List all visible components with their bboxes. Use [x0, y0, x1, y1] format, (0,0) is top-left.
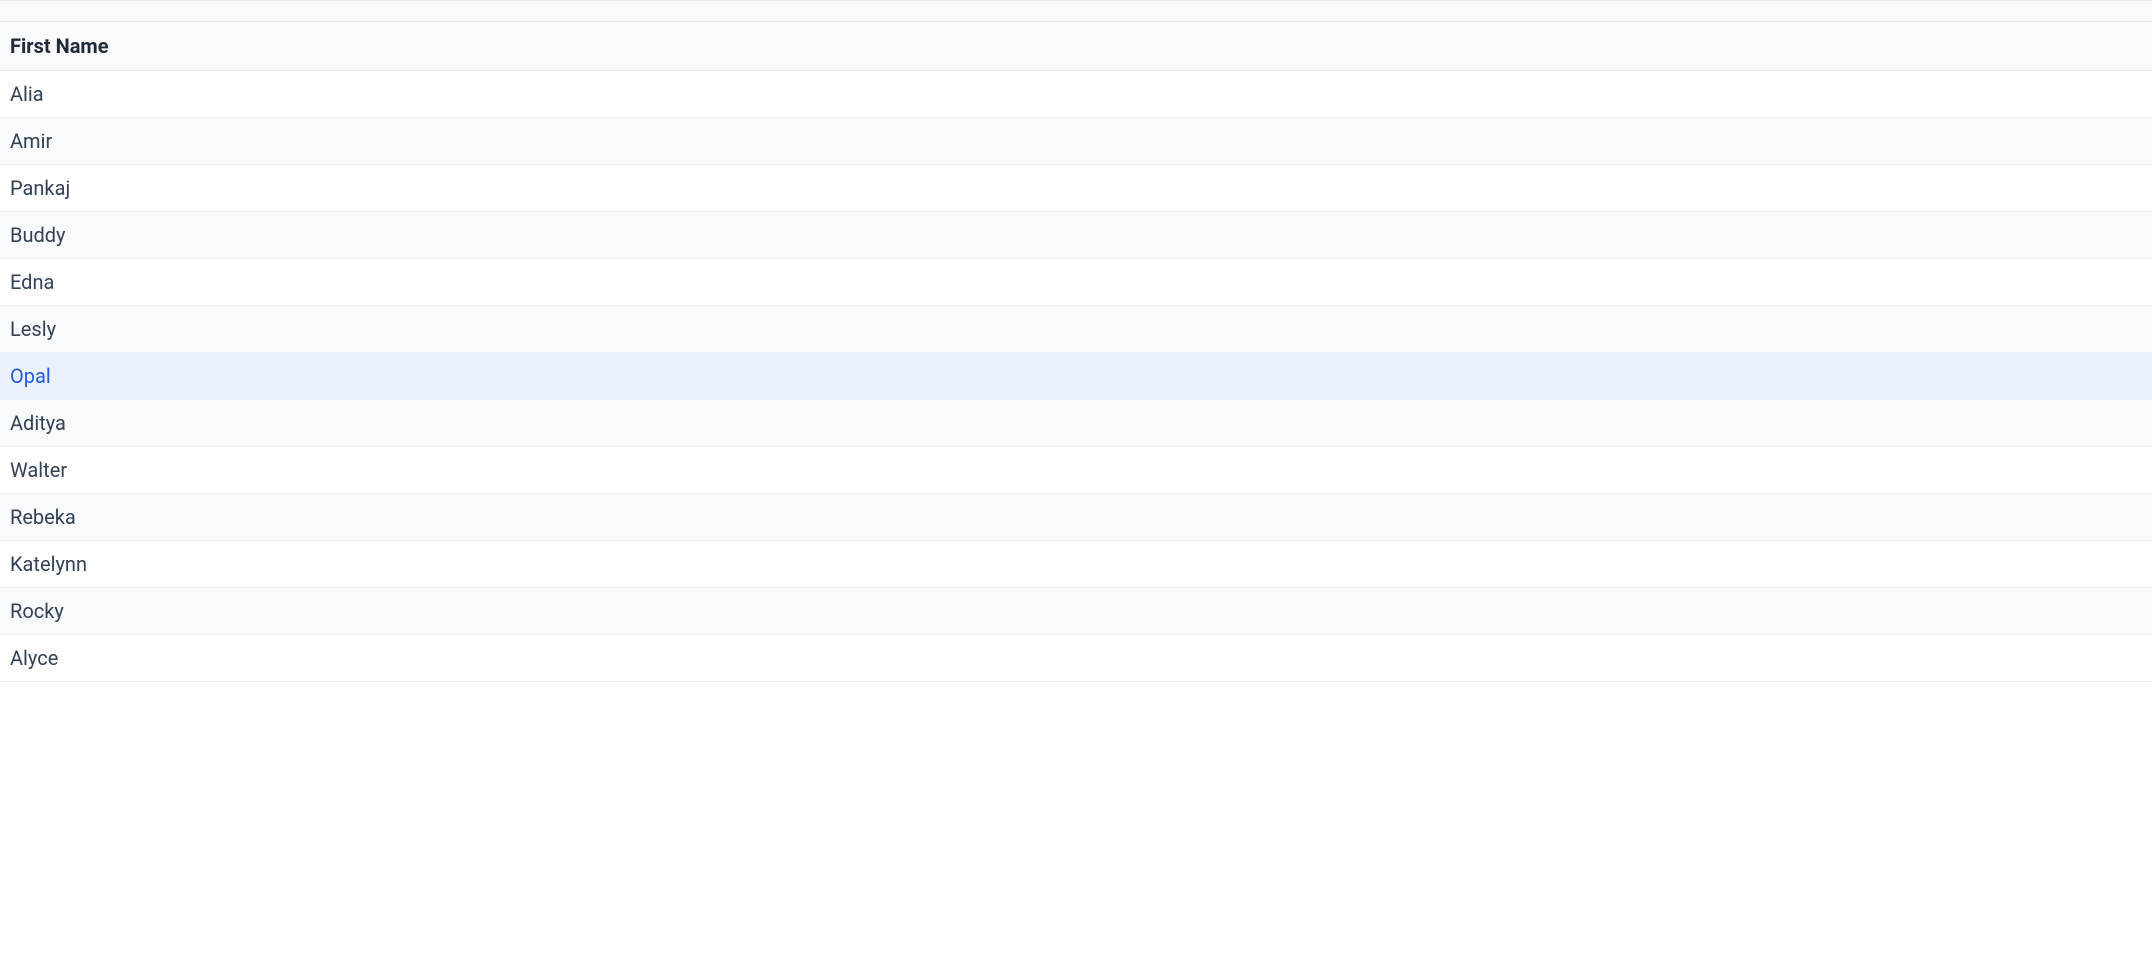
table-row[interactable]: Katelynn [0, 541, 2152, 588]
cell-first-name: Amir [0, 118, 2152, 165]
cell-first-name: Katelynn [0, 541, 2152, 588]
cell-first-name: Aditya [0, 400, 2152, 447]
scroll-padding [0, 682, 2152, 697]
table-row[interactable]: Edna [0, 259, 2152, 306]
table-row[interactable]: Alyce [0, 635, 2152, 682]
cell-first-name: Edna [0, 259, 2152, 306]
table-row[interactable]: Amir [0, 118, 2152, 165]
table-row[interactable]: Opal [0, 353, 2152, 400]
cell-first-name: Opal [0, 353, 2152, 400]
cell-first-name: Alyce [0, 635, 2152, 682]
column-header-first-name[interactable]: First Name [0, 22, 2152, 71]
cell-first-name: Lesly [0, 306, 2152, 353]
table-scroll-container[interactable]: First Name AliaAmirPankajBuddyEdnaLeslyO… [0, 0, 2152, 697]
cell-first-name: Walter [0, 447, 2152, 494]
table-row[interactable]: Pankaj [0, 165, 2152, 212]
table-header-row: First Name [0, 22, 2152, 71]
table-row[interactable]: Lesly [0, 306, 2152, 353]
cell-first-name: Buddy [0, 212, 2152, 259]
cell-first-name: Alia [0, 71, 2152, 118]
table-row[interactable]: Buddy [0, 212, 2152, 259]
cell-first-name: Rebeka [0, 494, 2152, 541]
names-table: First Name AliaAmirPankajBuddyEdnaLeslyO… [0, 22, 2152, 682]
table-row[interactable]: Walter [0, 447, 2152, 494]
table-row[interactable]: Aditya [0, 400, 2152, 447]
table-row[interactable]: Rebeka [0, 494, 2152, 541]
table-row[interactable]: Rocky [0, 588, 2152, 635]
cell-first-name: Pankaj [0, 165, 2152, 212]
table-row[interactable]: Alia [0, 71, 2152, 118]
cell-first-name: Rocky [0, 588, 2152, 635]
top-spacer [0, 1, 2152, 22]
